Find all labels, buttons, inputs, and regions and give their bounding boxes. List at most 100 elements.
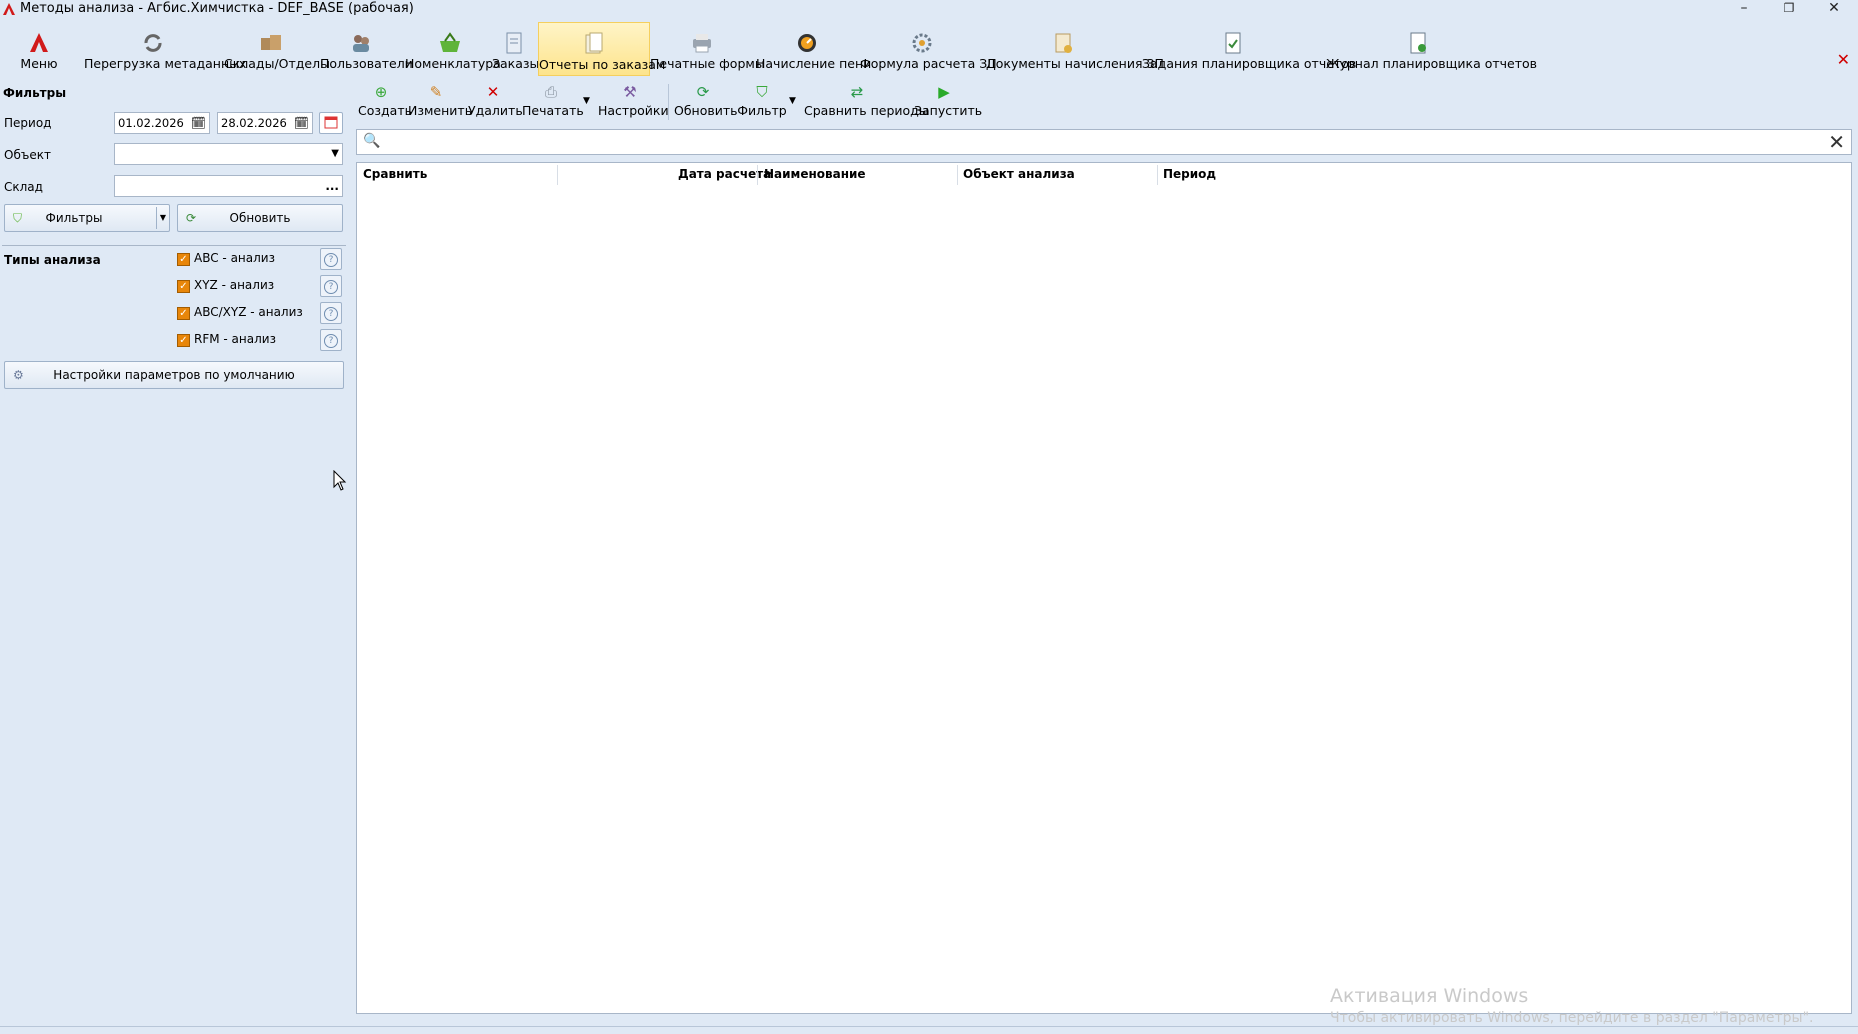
- warehouse-label: Склад: [4, 180, 43, 194]
- filter-dropdown-icon[interactable]: ▼: [789, 96, 796, 106]
- refresh-icon: ⟳: [186, 211, 197, 225]
- penalty-label: Начисление пени: [756, 56, 872, 71]
- xyz-checkbox[interactable]: ✓: [177, 280, 190, 293]
- clear-search-icon[interactable]: ✕: [1828, 130, 1845, 154]
- column-header-compare[interactable]: Сравнить: [363, 167, 427, 181]
- period-from-value: 01.02.2026: [118, 116, 184, 130]
- object-label: Объект: [4, 148, 51, 162]
- activation-watermark-title: Активация Windows: [1330, 985, 1529, 1007]
- filters-title: Фильтры: [3, 86, 67, 100]
- help-icon: ?: [324, 334, 338, 348]
- warehouse-field[interactable]: ...: [114, 175, 343, 197]
- xyz-help-button[interactable]: ?: [320, 275, 342, 297]
- reload-metadata-button[interactable]: Перегрузка метаданных: [84, 22, 247, 76]
- abc-help-button[interactable]: ?: [320, 248, 342, 270]
- search-icon: 🔍: [363, 133, 381, 149]
- menu-button[interactable]: Меню: [14, 22, 64, 76]
- print-button[interactable]: ⎙ Печатать: [522, 82, 584, 122]
- help-icon: ?: [324, 307, 338, 321]
- gauge-icon: [798, 34, 816, 52]
- column-header-period[interactable]: Период: [1163, 167, 1216, 181]
- minimize-button[interactable]: –: [1724, 0, 1764, 18]
- edit-button[interactable]: ✎ Изменить: [408, 82, 473, 122]
- default-settings-button[interactable]: ⚙ Настройки параметров по умолчанию: [4, 361, 344, 389]
- scheduler-log-button[interactable]: Журнал планировщика отчетов: [1326, 22, 1537, 76]
- filters-button-label: Фильтры: [45, 211, 103, 225]
- column-separator: [957, 165, 958, 185]
- salary-formula-button[interactable]: Формула расчета ЗП: [860, 22, 997, 76]
- reload-metadata-label: Перегрузка метаданных: [84, 56, 247, 71]
- print-forms-button[interactable]: Печатные формы: [650, 22, 765, 76]
- filter-button[interactable]: ⛉ Фильтр: [736, 82, 788, 122]
- period-picker-button[interactable]: [319, 112, 343, 134]
- settings-icon: ⚙: [13, 368, 24, 382]
- refresh-button[interactable]: ⟳ Обновить: [674, 82, 738, 122]
- help-icon: ?: [324, 253, 338, 267]
- order-reports-tab[interactable]: Отчеты по заказам: [538, 22, 665, 76]
- menu-label: Меню: [20, 56, 58, 71]
- filter-icon: ⛉: [756, 83, 768, 101]
- scheduler-tasks-label: Задания планировщика отчетов: [1142, 56, 1357, 71]
- chevron-down-icon[interactable]: ▼: [156, 207, 169, 229]
- calendar-icon[interactable]: 🗓: [294, 113, 309, 133]
- ellipsis-button[interactable]: ...: [325, 176, 339, 196]
- column-separator: [557, 165, 558, 185]
- abc-checkbox[interactable]: ✓: [177, 253, 190, 266]
- delete-icon: ✕: [486, 83, 500, 101]
- salary-docs-label: Документы начисления ЗП: [986, 56, 1164, 71]
- column-header-analysis-object[interactable]: Объект анализа: [963, 167, 1075, 181]
- refresh-icon: [144, 34, 162, 52]
- refresh-filters-button[interactable]: ⟳ Обновить: [177, 204, 343, 232]
- search-bar[interactable]: 🔍 ✕: [356, 129, 1852, 155]
- chevron-down-icon[interactable]: ▼: [331, 144, 339, 164]
- results-grid[interactable]: Сравнить Дата расчета Наименование Объек…: [356, 162, 1852, 1014]
- close-window-button[interactable]: ✕: [1814, 0, 1854, 18]
- edit-icon: ✎: [429, 83, 443, 101]
- orders-label: Заказы: [492, 56, 540, 71]
- nomenclature-button[interactable]: Номенклатура: [405, 22, 501, 76]
- mouse-cursor-icon: [333, 470, 347, 491]
- scheduler-tasks-button[interactable]: Задания планировщика отчетов: [1142, 22, 1357, 76]
- formula-icon: [912, 33, 932, 53]
- settings-button[interactable]: ⚒ Настройки: [598, 82, 669, 122]
- orders-button[interactable]: Заказы: [492, 22, 540, 76]
- users-label: Пользователи: [320, 56, 413, 71]
- report-icon: [585, 32, 603, 54]
- maximize-button[interactable]: ❐: [1769, 0, 1809, 18]
- refresh-label: Обновить: [674, 103, 738, 118]
- filters-button[interactable]: ⛉ Фильтры ▼: [4, 204, 170, 232]
- abc-label: ABC - анализ: [194, 251, 275, 265]
- column-header-name[interactable]: Наименование: [764, 167, 866, 181]
- edit-label: Изменить: [408, 103, 473, 118]
- period-to-field[interactable]: 28.02.2026 🗓: [217, 112, 313, 134]
- run-button[interactable]: ▶ Запустить: [914, 82, 982, 122]
- app-logo-icon: [3, 3, 15, 15]
- salary-formula-label: Формула расчета ЗП: [860, 56, 997, 71]
- refresh-filters-label: Обновить: [229, 211, 291, 225]
- main-toolbar: Меню Перегрузка метаданных Склады/Отделы…: [0, 22, 1858, 78]
- delete-label: Удалить: [468, 103, 523, 118]
- play-icon: ▶: [938, 83, 950, 101]
- users-button[interactable]: Пользователи: [320, 22, 413, 76]
- print-dropdown-icon[interactable]: ▼: [583, 96, 590, 106]
- penalty-button[interactable]: Начисление пени: [756, 22, 872, 76]
- salary-docs-button[interactable]: Документы начисления ЗП: [986, 22, 1164, 76]
- nomenclature-label: Номенклатура: [405, 56, 501, 71]
- abc-xyz-help-button[interactable]: ?: [320, 302, 342, 324]
- rfm-checkbox[interactable]: ✓: [177, 334, 190, 347]
- close-tab-button[interactable]: ✕: [1837, 50, 1850, 69]
- warehouses-button[interactable]: Склады/Отделы: [224, 22, 330, 76]
- rfm-help-button[interactable]: ?: [320, 329, 342, 351]
- warehouses-label: Склады/Отделы: [224, 56, 330, 71]
- filter-icon: ⛉: [13, 211, 23, 225]
- search-input[interactable]: [385, 132, 1809, 154]
- delete-button[interactable]: ✕ Удалить: [468, 82, 523, 122]
- basket-icon: [440, 32, 460, 52]
- calendar-icon[interactable]: 🗓: [191, 113, 206, 133]
- period-from-field[interactable]: 01.02.2026 🗓: [114, 112, 210, 134]
- create-button[interactable]: ⊕ Создать: [358, 82, 412, 122]
- compare-periods-button[interactable]: ⇄ Сравнить периоды: [804, 82, 929, 122]
- abc-xyz-checkbox[interactable]: ✓: [177, 307, 190, 320]
- warehouse-icon: [261, 35, 281, 50]
- object-select[interactable]: ▼: [114, 143, 343, 165]
